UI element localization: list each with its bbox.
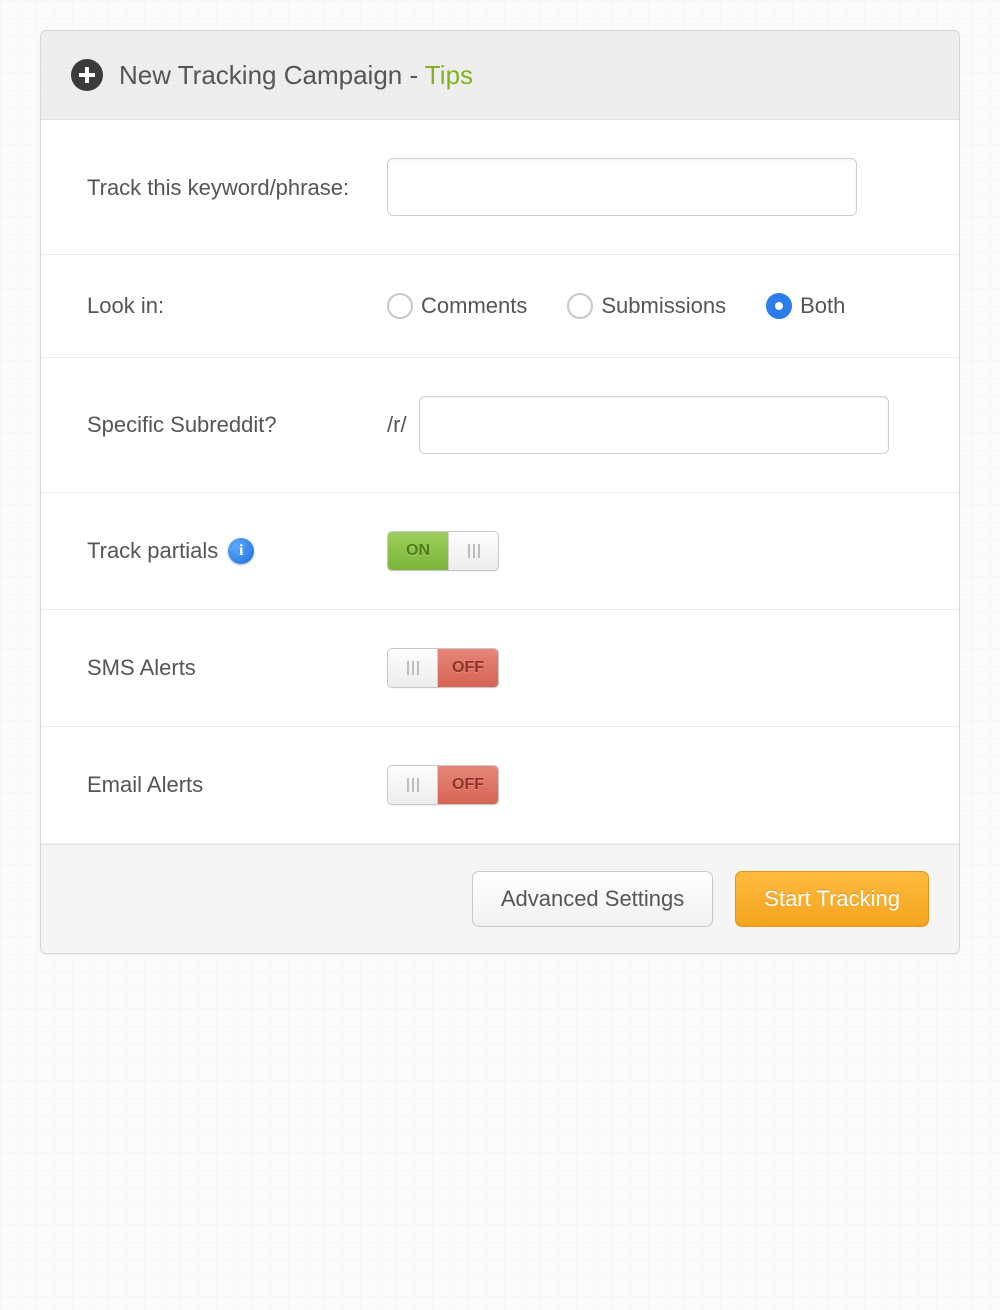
new-tracking-campaign-panel: New Tracking Campaign - Tips Track this … bbox=[40, 30, 960, 954]
radio-comments-label: Comments bbox=[421, 293, 527, 319]
plus-icon bbox=[71, 59, 103, 91]
subreddit-input[interactable] bbox=[419, 396, 889, 454]
panel-footer: Advanced Settings Start Tracking bbox=[41, 844, 959, 953]
radio-both-label: Both bbox=[800, 293, 845, 319]
tips-link[interactable]: Tips bbox=[425, 60, 473, 90]
track-partials-label: Track partials i bbox=[87, 538, 387, 564]
look-in-label: Look in: bbox=[87, 293, 387, 319]
radio-comments[interactable]: Comments bbox=[387, 293, 527, 319]
row-track-partials: Track partials i ON OFF bbox=[41, 493, 959, 610]
radio-circle-icon bbox=[387, 293, 413, 319]
radio-both[interactable]: Both bbox=[766, 293, 845, 319]
look-in-radio-group: Comments Submissions Both bbox=[387, 293, 845, 319]
radio-circle-icon bbox=[567, 293, 593, 319]
panel-title-separator: - bbox=[402, 60, 425, 90]
keyword-input[interactable] bbox=[387, 158, 857, 216]
radio-circle-icon bbox=[766, 293, 792, 319]
radio-submissions-label: Submissions bbox=[601, 293, 726, 319]
sms-alerts-toggle[interactable]: ON OFF bbox=[387, 648, 499, 688]
row-sms-alerts: SMS Alerts ON OFF bbox=[41, 610, 959, 727]
row-email-alerts: Email Alerts ON OFF bbox=[41, 727, 959, 844]
toggle-handle bbox=[388, 649, 438, 687]
panel-header: New Tracking Campaign - Tips bbox=[41, 31, 959, 120]
email-alerts-label: Email Alerts bbox=[87, 772, 387, 798]
toggle-on-label: ON bbox=[388, 532, 448, 570]
panel-title: New Tracking Campaign - Tips bbox=[119, 60, 473, 91]
start-tracking-button[interactable]: Start Tracking bbox=[735, 871, 929, 927]
info-icon[interactable]: i bbox=[228, 538, 254, 564]
advanced-settings-button[interactable]: Advanced Settings bbox=[472, 871, 713, 927]
toggle-off-label: OFF bbox=[438, 649, 498, 687]
toggle-handle bbox=[448, 532, 498, 570]
radio-submissions[interactable]: Submissions bbox=[567, 293, 726, 319]
keyword-label: Track this keyword/phrase: bbox=[87, 171, 387, 204]
row-subreddit: Specific Subreddit? /r/ bbox=[41, 358, 959, 493]
toggle-off-label: OFF bbox=[438, 766, 498, 804]
row-keyword: Track this keyword/phrase: bbox=[41, 120, 959, 255]
sms-alerts-label: SMS Alerts bbox=[87, 655, 387, 681]
email-alerts-toggle[interactable]: ON OFF bbox=[387, 765, 499, 805]
toggle-handle bbox=[388, 766, 438, 804]
subreddit-label: Specific Subreddit? bbox=[87, 412, 387, 438]
track-partials-label-text: Track partials bbox=[87, 538, 218, 564]
row-look-in: Look in: Comments Submissions Both bbox=[41, 255, 959, 358]
subreddit-prefix: /r/ bbox=[387, 412, 407, 438]
panel-title-text: New Tracking Campaign bbox=[119, 60, 402, 90]
track-partials-toggle[interactable]: ON OFF bbox=[387, 531, 499, 571]
